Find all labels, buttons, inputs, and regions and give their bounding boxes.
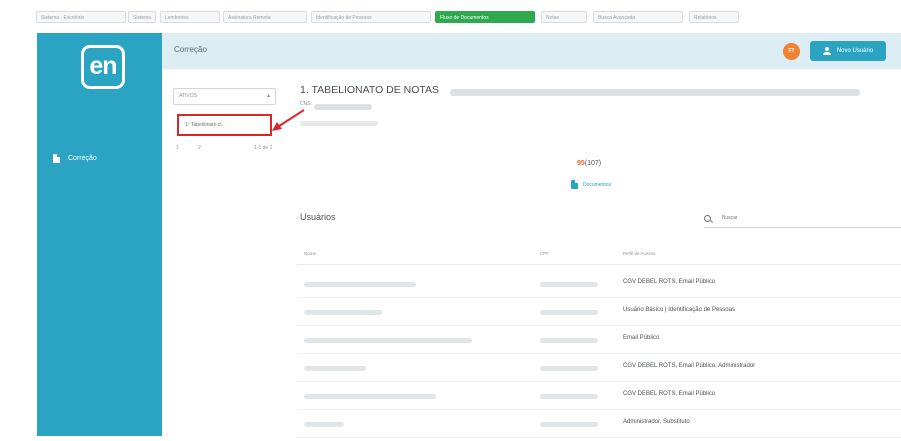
tab-5[interactable]: Fluxo de Documentos <box>435 11 535 23</box>
users-section-title: Usuários <box>300 212 336 222</box>
name-cell-redacted <box>304 366 366 371</box>
table-row[interactable]: Administrador, Substituto <box>297 410 901 438</box>
sidebar-item-label: Correção <box>68 154 97 162</box>
search-input[interactable] <box>722 215 892 221</box>
tab-4[interactable]: Identificação de Pessoas <box>311 11 431 23</box>
status-filter-value: ATIVOS <box>179 93 197 99</box>
table-row[interactable]: Email Público <box>297 326 901 354</box>
cpf-cell-redacted <box>540 422 598 427</box>
documents-link[interactable]: Documentos <box>571 180 611 189</box>
detail-title: 1. TABELIONATO DE NOTAS <box>300 84 440 96</box>
tab-3[interactable]: Assinatura Remota <box>223 11 307 23</box>
profile-cell: CGV DEBEL ROTS, Email Público <box>623 279 716 285</box>
app-logo: en <box>81 45 125 89</box>
pagination: 1 2 1-1 de 1 <box>176 145 281 155</box>
tab-2[interactable]: Lembretes <box>160 11 220 23</box>
document-icon <box>53 153 60 163</box>
name-cell-redacted <box>304 422 344 427</box>
table-row[interactable]: Usuário Básico | Identificação de Pessoa… <box>297 298 901 326</box>
profile-cell: CGV DEBEL ROTS, Email Público <box>623 391 716 397</box>
topbar: Correção FT Novo Usuário <box>162 33 901 69</box>
name-cell-redacted <box>304 282 416 287</box>
status-filter-select[interactable]: ATIVOS ▴ <box>173 88 276 105</box>
tab-6[interactable]: Notas <box>541 11 587 23</box>
profile-cell: Administrador, Substituto <box>623 419 690 425</box>
tab-1[interactable]: Sistema <box>128 11 156 23</box>
detail-subtitle-redacted <box>314 104 372 110</box>
name-cell-redacted <box>304 338 472 343</box>
nav-list-item-selected[interactable]: 1º Tabelionato d... <box>177 114 272 136</box>
profile-cell: Email Público <box>623 335 660 341</box>
name-cell-redacted <box>304 310 382 315</box>
user-count-number: 95 <box>577 160 585 167</box>
table-row[interactable]: CGV DEBEL ROTS, Email Público <box>297 270 901 298</box>
user-icon <box>822 47 831 55</box>
page-title: Correção <box>174 45 207 54</box>
new-user-button-label: Novo Usuário <box>836 48 874 54</box>
document-icon <box>571 180 578 189</box>
documents-link-label: Documentos <box>583 181 612 188</box>
new-user-button[interactable]: Novo Usuário <box>810 41 886 61</box>
table-row[interactable]: CGV DEBEL ROTS, Email Público, Administr… <box>297 354 901 382</box>
users-search <box>704 210 901 228</box>
column-header-profile[interactable]: Perfil de Acesso <box>623 251 655 256</box>
search-icon[interactable] <box>704 215 711 222</box>
cpf-cell-redacted <box>540 338 598 343</box>
table-row[interactable]: CGV DEBEL ROTS, Email Público <box>297 382 901 410</box>
name-cell-redacted <box>304 394 436 399</box>
page-range: 1-1 de 1 <box>254 145 273 151</box>
cpf-cell-redacted <box>540 394 598 399</box>
detail-address-redacted <box>300 121 378 126</box>
chevron-up-icon: ▴ <box>266 93 270 99</box>
detail-subtitle-label: CNS: <box>300 101 312 107</box>
column-header-name[interactable]: Nome <box>304 251 316 256</box>
cpf-cell-redacted <box>540 366 598 371</box>
tab-0[interactable]: Sistema · Escritório <box>36 11 126 23</box>
page-first[interactable]: 1 <box>176 145 179 151</box>
profile-cell: Usuário Básico | Identificação de Pessoa… <box>623 307 735 313</box>
cpf-cell-redacted <box>540 310 598 315</box>
sidebar-item-correcao[interactable]: Correção <box>53 151 97 165</box>
sidebar: en Correção <box>37 33 162 436</box>
page-second[interactable]: 2 <box>198 145 201 151</box>
detail-title-redacted <box>450 89 860 96</box>
column-header-cpf[interactable]: CPF <box>540 251 549 256</box>
table-header-divider <box>297 264 901 265</box>
user-count-total: (107) <box>584 160 602 167</box>
tab-7[interactable]: Busca Avançada <box>593 11 683 23</box>
tab-8[interactable]: Relatórios <box>689 11 739 23</box>
user-count: 95(107) <box>577 160 601 167</box>
avatar[interactable]: FT <box>783 43 800 60</box>
profile-cell: CGV DEBEL ROTS, Email Público, Administr… <box>623 363 756 369</box>
browser-tabbar: Sistema · Escritório Sistema Lembretes A… <box>0 0 901 28</box>
cpf-cell-redacted <box>540 282 598 287</box>
